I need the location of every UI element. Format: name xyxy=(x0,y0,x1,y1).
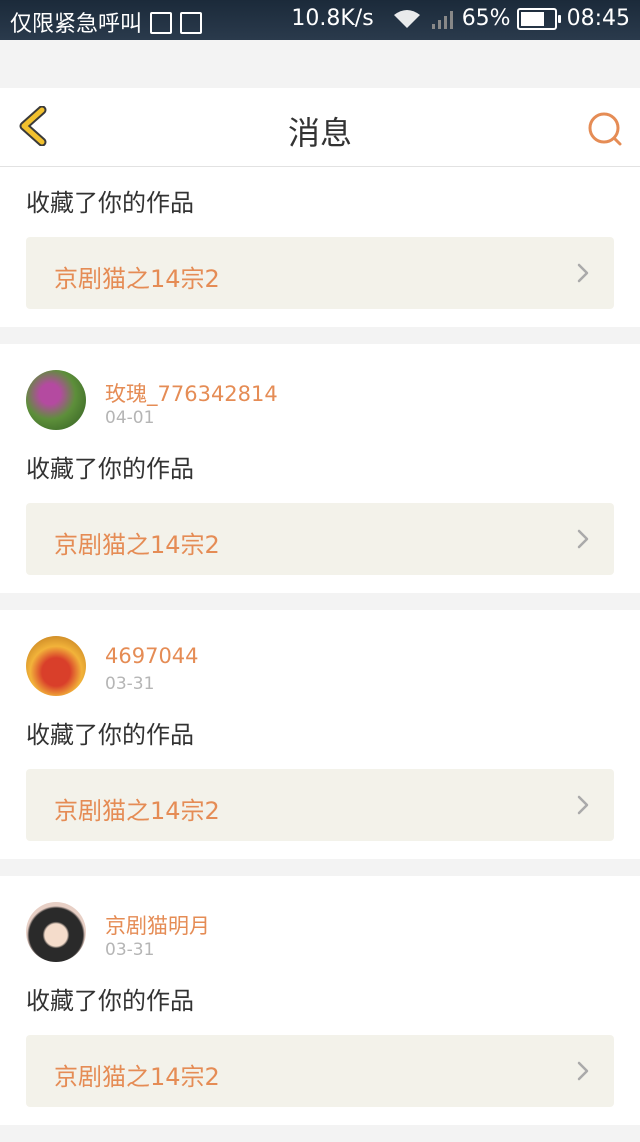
work-title: 京剧猫之14宗2 xyxy=(54,1063,220,1091)
work-link[interactable]: 京剧猫之14宗2 xyxy=(26,503,614,575)
action-text: 收藏了你的作品 xyxy=(26,189,194,217)
message-header: 玫瑰_776342814 04-01 xyxy=(0,344,640,430)
message-item: 京剧猫明月 03-31 收藏了你的作品 京剧猫之14宗2 xyxy=(0,876,640,1125)
action-text: 收藏了你的作品 xyxy=(26,455,194,483)
work-link[interactable]: 京剧猫之14宗2 xyxy=(26,237,614,309)
status-left: 仅限紧急呼叫 xyxy=(10,6,203,38)
cellular-signal-icon xyxy=(431,10,453,29)
avatar[interactable] xyxy=(26,636,86,696)
message-date: 03-31 xyxy=(105,674,155,694)
action-text: 收藏了你的作品 xyxy=(26,987,194,1015)
page-title: 消息 xyxy=(287,114,352,152)
network-speed: 10.8K/s xyxy=(291,6,374,31)
emergency-calls-only-text: 仅限紧急呼叫 xyxy=(10,12,143,37)
search-icon xyxy=(588,112,622,146)
sim-warning-icon xyxy=(150,12,173,34)
clock: 08:45 xyxy=(566,6,630,31)
message-date: 04-01 xyxy=(105,408,155,428)
chevron-right-icon xyxy=(577,263,589,283)
work-title: 京剧猫之14宗2 xyxy=(54,531,220,559)
message-item: 玫瑰_776342814 04-01 收藏了你的作品 京剧猫之14宗2 xyxy=(0,344,640,593)
header-bar: 消息 xyxy=(0,88,640,167)
status-right: 10.8K/s 65% 08:45 xyxy=(291,6,630,31)
username-link[interactable]: 玫瑰_776342814 xyxy=(105,378,278,408)
avatar[interactable] xyxy=(26,902,86,962)
wifi-icon xyxy=(393,9,420,28)
work-link[interactable]: 京剧猫之14宗2 xyxy=(26,769,614,841)
message-header: 4697044 03-31 xyxy=(0,610,640,696)
search-button[interactable] xyxy=(586,110,626,150)
username-link[interactable]: 京剧猫明月 xyxy=(105,910,210,940)
message-item: 4697044 03-31 收藏了你的作品 京剧猫之14宗2 xyxy=(0,610,640,859)
work-link[interactable]: 京剧猫之14宗2 xyxy=(26,1035,614,1107)
message-list: 收藏了你的作品 京剧猫之14宗2 玫瑰_776342814 04-01 收藏了你… xyxy=(0,167,640,1142)
image-notification-icon xyxy=(180,12,203,34)
chevron-right-icon xyxy=(577,795,589,815)
battery-percent: 65% xyxy=(461,6,511,31)
chevron-right-icon xyxy=(577,529,589,549)
chevron-right-icon xyxy=(577,1061,589,1081)
message-date: 03-31 xyxy=(105,940,155,960)
work-title: 京剧猫之14宗2 xyxy=(54,265,220,293)
battery-icon xyxy=(516,7,561,30)
message-header: 京剧猫明月 03-31 xyxy=(0,876,640,962)
action-text: 收藏了你的作品 xyxy=(26,721,194,749)
username-link[interactable]: 4697044 xyxy=(105,644,199,668)
status-bar: 仅限紧急呼叫 10.8K/s 65% 08:45 xyxy=(0,0,640,40)
avatar[interactable] xyxy=(26,370,86,430)
work-title: 京剧猫之14宗2 xyxy=(54,797,220,825)
message-item: 收藏了你的作品 京剧猫之14宗2 xyxy=(0,167,640,327)
